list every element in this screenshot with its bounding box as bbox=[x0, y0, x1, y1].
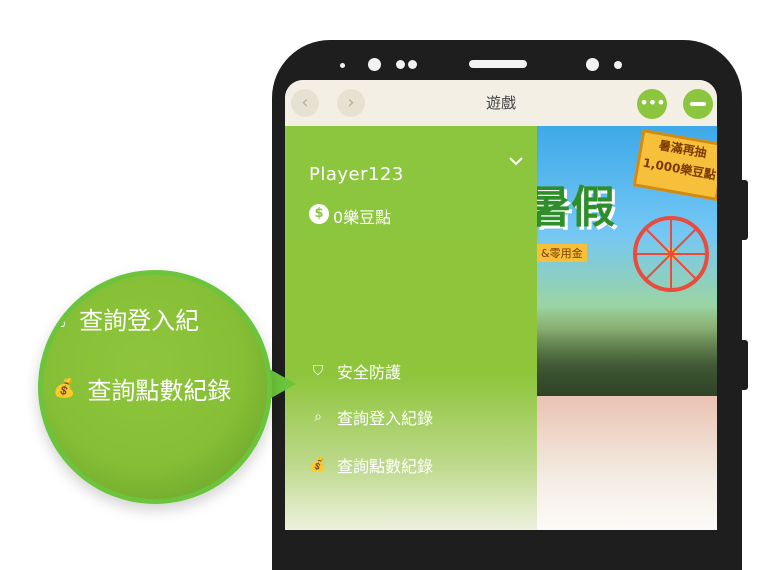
ferris-wheel-icon bbox=[633, 216, 709, 292]
sensor-dot bbox=[340, 63, 345, 68]
banner-subtext: &零用金 bbox=[537, 244, 587, 262]
coin-icon: $ bbox=[309, 204, 329, 224]
account-header[interactable]: Player123 $ 0樂豆點 bbox=[285, 126, 537, 240]
menu-item-login-history[interactable]: ⌕ 查詢登入紀錄 bbox=[307, 404, 433, 430]
volume-button bbox=[742, 180, 748, 240]
speaker-grille bbox=[469, 60, 527, 68]
more-button[interactable]: ••• bbox=[637, 89, 667, 119]
banner-sign: 暑滿再抽 1,000樂豆點 bbox=[632, 128, 717, 202]
title-bar: ‹ › 遊戲 ••• bbox=[285, 80, 717, 127]
banner-headline: 暑假 bbox=[537, 182, 615, 233]
money-bag-icon: 💰 bbox=[309, 457, 327, 473]
magnified-label: 查詢點數紀錄 bbox=[87, 377, 232, 405]
username: Player123 bbox=[309, 164, 404, 185]
phone-screen: ‹ › 遊戲 ••• 暑滿再抽 1,000樂豆點 暑假 &零用金 Player1… bbox=[285, 80, 717, 530]
magnified-label: 查詢登入紀 bbox=[79, 307, 200, 335]
minimize-button[interactable] bbox=[683, 89, 713, 119]
menu-item-label: 查詢登入紀錄 bbox=[337, 409, 434, 428]
power-button bbox=[742, 340, 748, 390]
chevron-down-icon[interactable] bbox=[509, 156, 523, 166]
banner-shadow bbox=[537, 306, 717, 396]
sensor-dot bbox=[396, 60, 405, 69]
game-banner[interactable]: 暑滿再抽 1,000樂豆點 暑假 &零用金 bbox=[537, 126, 717, 396]
more-dots-icon: ••• bbox=[639, 93, 665, 112]
shield-icon: ⛉ bbox=[312, 363, 324, 379]
sensor-dot bbox=[408, 60, 417, 69]
phone-sensors bbox=[272, 40, 742, 82]
search-icon: ⌕ bbox=[314, 409, 322, 425]
search-icon: ⌕ bbox=[57, 313, 68, 334]
sensor-dot bbox=[614, 61, 622, 69]
money-bag-icon: 💰 bbox=[53, 378, 76, 399]
camera-dot bbox=[586, 58, 599, 71]
banner-reflection bbox=[537, 396, 717, 530]
magnifier-callout: ⌕ 查詢登入紀 💰 查詢點數紀錄 bbox=[38, 270, 272, 504]
minus-icon bbox=[690, 102, 706, 106]
magnified-points-history: 💰 查詢點數紀錄 bbox=[53, 371, 231, 406]
points-balance: 0樂豆點 bbox=[333, 208, 392, 227]
camera-dot bbox=[368, 58, 381, 71]
menu-item-label: 查詢點數紀錄 bbox=[337, 457, 434, 476]
menu-item-security[interactable]: ⛉ 安全防護 bbox=[307, 358, 401, 384]
side-menu: ⛉ 安全防護 ⌕ 查詢登入紀錄 💰 查詢點數紀錄 bbox=[285, 240, 537, 530]
magnified-login-history: ⌕ 查詢登入紀 bbox=[57, 301, 199, 336]
menu-item-label: 安全防護 bbox=[337, 363, 402, 382]
menu-item-points-history[interactable]: 💰 查詢點數紀錄 bbox=[307, 452, 433, 478]
